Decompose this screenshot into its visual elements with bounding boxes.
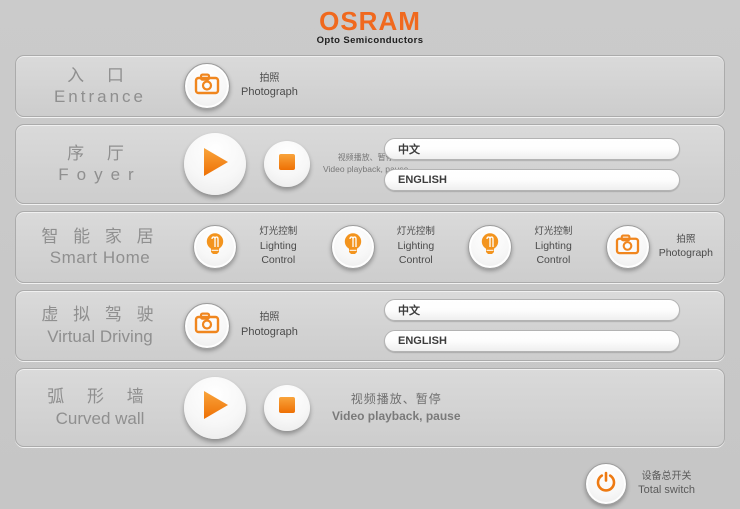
video-label-en: Video playback, pause [332, 408, 461, 425]
lighting-label-en: Lighting Control [521, 239, 586, 267]
photo-label-zh: 拍照 [241, 311, 298, 325]
panel-entrance: 入 口 Entrance 拍照 Photograph [15, 55, 725, 117]
lighting-control-button-1[interactable] [193, 225, 237, 269]
bulb-icon [203, 232, 227, 263]
logo-subtitle: Opto Semiconductors [0, 35, 740, 46]
smart-home-title: 智 能 家 居 Smart Home [16, 226, 184, 269]
virtual-driving-photo-label: 拍照 Photograph [241, 311, 298, 339]
lighting-label-1: 灯光控制 Lighting Control [246, 226, 311, 267]
total-switch-label-en: Total switch [638, 483, 695, 498]
lighting-label-2: 灯光控制 Lighting Control [384, 226, 449, 267]
total-switch-group: 设备总开关 Total switch [585, 463, 695, 505]
panel-smart-home: 智 能 家 居 Smart Home 灯光控制 Lighting Control [15, 211, 725, 283]
lighting-group-3: 灯光控制 Lighting Control [468, 225, 597, 269]
total-switch-label: 设备总开关 Total switch [638, 470, 695, 498]
lighting-label-zh: 灯光控制 [384, 226, 449, 239]
play-icon [200, 389, 230, 426]
foyer-controls: 视频播放、暂停 Video playback, pause [184, 133, 408, 195]
virtual-driving-lang-english[interactable]: ENGLISH [384, 330, 680, 352]
virtual-driving-language-buttons: 中文 ENGLISH [384, 291, 680, 360]
entrance-title-en: Entrance [16, 86, 184, 107]
virtual-driving-title-en: Virtual Driving [16, 326, 184, 347]
virtual-driving-title-zh: 虚 拟 驾 驶 [16, 304, 184, 325]
stop-icon [278, 396, 296, 419]
osram-logo: OSRAM [0, 8, 740, 34]
lighting-label-zh: 灯光控制 [246, 226, 311, 239]
curved-wall-title: 弧 形 墙 Curved wall [16, 386, 184, 429]
curved-wall-title-en: Curved wall [16, 408, 184, 429]
photo-label-zh: 拍照 [241, 72, 298, 86]
foyer-lang-chinese[interactable]: 中文 [384, 138, 680, 160]
camera-icon [194, 73, 220, 100]
foyer-play-button[interactable] [184, 133, 246, 195]
lighting-group-2: 灯光控制 Lighting Control [331, 225, 460, 269]
smart-home-photo-label: 拍照 Photograph [659, 234, 713, 261]
entrance-photograph-button[interactable] [184, 63, 230, 109]
smart-home-title-en: Smart Home [16, 247, 184, 268]
lighting-group-1: 灯光控制 Lighting Control [193, 225, 322, 269]
total-switch-button[interactable] [585, 463, 627, 505]
virtual-driving-photograph-button[interactable] [184, 303, 230, 349]
entrance-photo-label: 拍照 Photograph [241, 72, 298, 100]
footer: 设备总开关 Total switch [0, 454, 740, 505]
curved-wall-controls: 视频播放、暂停 Video playback, pause [184, 377, 461, 439]
camera-icon [615, 234, 640, 260]
entrance-title: 入 口 Entrance [16, 65, 184, 108]
smart-home-title-zh: 智 能 家 居 [16, 226, 184, 247]
foyer-lang-english[interactable]: ENGLISH [384, 169, 680, 191]
panel-virtual-driving: 虚 拟 驾 驶 Virtual Driving 拍照 Photograph 中文… [15, 290, 725, 361]
smart-home-photo-group: 拍照 Photograph [606, 225, 724, 269]
photo-label-en: Photograph [659, 246, 713, 260]
panel-foyer: 序 厅 Foyer 视频播放、暂停 Video playback, pause … [15, 124, 725, 204]
curved-wall-title-zh: 弧 形 墙 [16, 386, 184, 407]
panel-curved-wall: 弧 形 墙 Curved wall 视频播放、暂停 Video playback… [15, 368, 725, 447]
play-icon [200, 146, 230, 183]
bulb-icon [478, 232, 502, 263]
photo-label-en: Photograph [241, 85, 298, 100]
video-label-zh: 视频播放、暂停 [332, 391, 461, 408]
curved-wall-video-label: 视频播放、暂停 Video playback, pause [332, 391, 461, 425]
lighting-label-zh: 灯光控制 [521, 226, 586, 239]
stop-icon [278, 153, 296, 176]
entrance-photo-group: 拍照 Photograph [184, 63, 298, 109]
lighting-control-button-3[interactable] [468, 225, 512, 269]
lighting-label-en: Lighting Control [384, 239, 449, 267]
foyer-title-zh: 序 厅 [16, 143, 184, 164]
total-switch-label-zh: 设备总开关 [638, 470, 695, 484]
smart-home-controls: 灯光控制 Lighting Control 灯光控制 Lighting Cont… [184, 225, 724, 269]
entrance-title-zh: 入 口 [16, 65, 184, 86]
lighting-label-3: 灯光控制 Lighting Control [521, 226, 586, 267]
photo-label-en: Photograph [241, 325, 298, 340]
foyer-stop-button[interactable] [264, 141, 310, 187]
lighting-control-button-2[interactable] [331, 225, 375, 269]
virtual-driving-lang-chinese[interactable]: 中文 [384, 299, 680, 321]
virtual-driving-title: 虚 拟 驾 驶 Virtual Driving [16, 304, 184, 347]
virtual-driving-photo-group: 拍照 Photograph [184, 303, 298, 349]
foyer-title: 序 厅 Foyer [16, 143, 184, 186]
photo-label-zh: 拍照 [659, 234, 713, 247]
power-icon [595, 471, 617, 498]
camera-icon [194, 312, 220, 339]
curved-wall-play-button[interactable] [184, 377, 246, 439]
curved-wall-stop-button[interactable] [264, 385, 310, 431]
smart-home-photograph-button[interactable] [606, 225, 650, 269]
bulb-icon [341, 232, 365, 263]
lighting-label-en: Lighting Control [246, 239, 311, 267]
foyer-title-en: Foyer [16, 164, 184, 185]
header: OSRAM Opto Semiconductors [0, 0, 740, 55]
foyer-language-buttons: 中文 ENGLISH [384, 125, 680, 203]
